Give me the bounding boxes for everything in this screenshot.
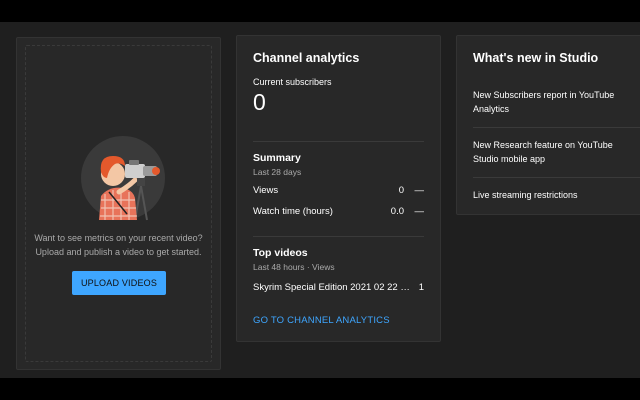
divider [253, 236, 424, 237]
metric-label: Views [253, 185, 278, 196]
videographer-illustration-icon [79, 134, 167, 222]
subscribers-label: Current subscribers [253, 77, 332, 87]
summary-heading: Summary [253, 152, 301, 164]
card-title: What's new in Studio [473, 51, 598, 65]
metric-row-views: Views 0 — [253, 185, 424, 199]
trend-dash-icon: — [415, 185, 425, 196]
subscribers-count: 0 [253, 89, 266, 116]
news-item[interactable]: New Research feature on YouTube Studio m… [473, 138, 623, 166]
card-title: Channel analytics [253, 51, 359, 65]
news-item[interactable]: Live streaming restrictions [473, 188, 623, 202]
upload-video-card: Want to see metrics on your recent video… [16, 37, 221, 370]
metric-label: Watch time (hours) [253, 206, 333, 217]
top-videos-heading: Top videos [253, 247, 308, 259]
trend-dash-icon: — [415, 206, 425, 217]
top-videos-period: Last 48 hours · Views [253, 262, 335, 272]
go-to-channel-analytics-link[interactable]: GO TO CHANNEL ANALYTICS [253, 315, 390, 326]
upload-prompt-text: Want to see metrics on your recent video… [31, 231, 206, 259]
news-item[interactable]: New Subscribers report in YouTube Analyt… [473, 88, 623, 116]
channel-analytics-card: Channel analytics Current subscribers 0 … [236, 35, 441, 342]
summary-period: Last 28 days [253, 167, 301, 177]
video-title[interactable]: Skyrim Special Edition 2021 02 22 22 20 … [253, 282, 413, 293]
whats-new-card: What's new in Studio New Subscribers rep… [456, 35, 640, 215]
divider [253, 141, 424, 142]
metric-value: 0.0 [391, 206, 404, 217]
metric-value: 0 [399, 185, 404, 196]
video-views: 1 [419, 282, 424, 293]
metric-row-watch-time: Watch time (hours) 0.0 — [253, 206, 424, 220]
dashboard-area: Want to see metrics on your recent video… [0, 22, 640, 378]
top-video-row[interactable]: Skyrim Special Edition 2021 02 22 22 20 … [253, 282, 424, 296]
divider [473, 127, 640, 128]
divider [473, 177, 640, 178]
upload-videos-button[interactable]: UPLOAD VIDEOS [72, 271, 166, 295]
